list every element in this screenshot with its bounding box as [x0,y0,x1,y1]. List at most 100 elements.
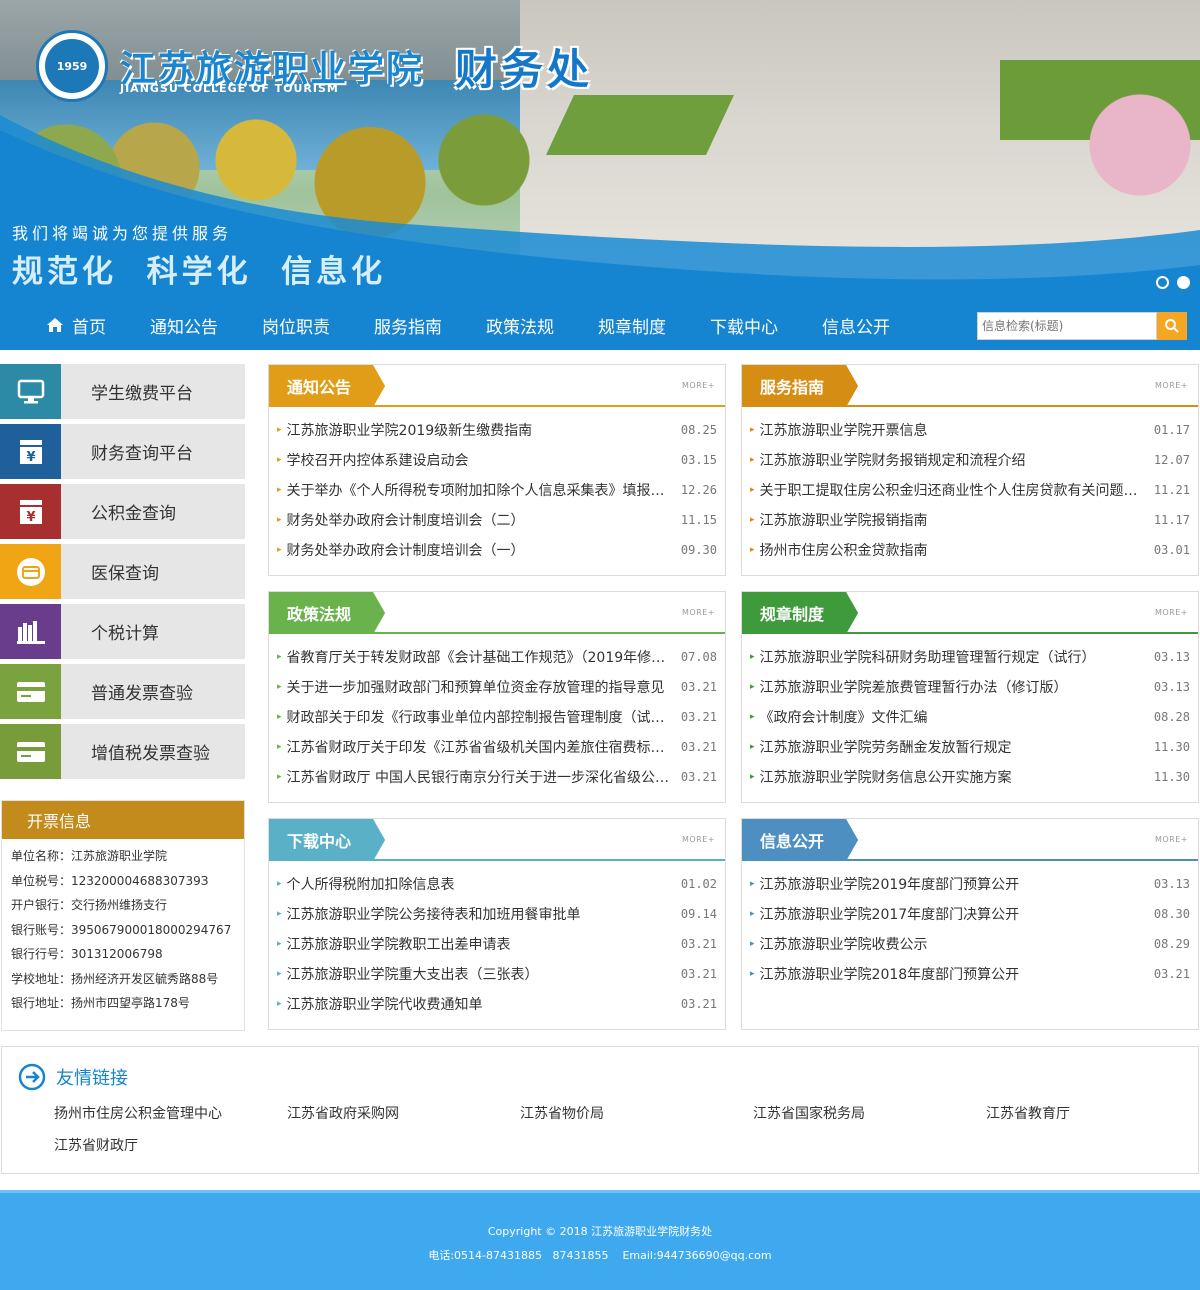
sidebar-platform-item[interactable]: 医保查询 [0,544,245,599]
list-item-title[interactable]: 江苏旅游职业学院科研财务助理管理暂行规定（试行） [760,647,1144,667]
panel-title[interactable]: 信息公开 [742,819,859,861]
list-item-title[interactable]: 财务处举办政府会计制度培训会（一） [287,540,671,560]
friend-link[interactable]: 江苏省政府采购网 [287,1103,467,1123]
bullet-icon: ▸ [750,742,755,752]
list-item-title[interactable]: 财政部关于印发《行政事业单位内部控制报告管理制度（试行）》的通知 [287,707,671,727]
friend-link[interactable]: 江苏省财政厅 [54,1135,234,1155]
more-link[interactable]: MORE+ [1155,381,1188,390]
list-item[interactable]: ▸ 关于职工提取住房公积金归还商业性个人住房贷款有关问题的通知 11.21 [742,475,1198,505]
panel-title[interactable]: 政策法规 [269,592,386,634]
list-item[interactable]: ▸ 江苏旅游职业学院重大支出表（三张表） 03.21 [269,959,725,989]
carousel-dot-active[interactable] [1177,276,1190,289]
search-button[interactable] [1157,312,1187,340]
list-item-title[interactable]: 江苏旅游职业学院重大支出表（三张表） [287,964,671,984]
list-item-title[interactable]: 个人所得税附加扣除信息表 [287,874,671,894]
sidebar-platform-item[interactable]: ¥ 公积金查询 [0,484,245,539]
more-link[interactable]: MORE+ [682,381,715,390]
list-item-title[interactable]: 江苏旅游职业学院2019级新生缴费指南 [287,420,671,440]
nav-item-disclosure[interactable]: 信息公开 [800,300,912,350]
bullet-icon: ▸ [277,712,282,722]
list-item[interactable]: ▸ 江苏省财政厅关于印发《江苏省省级机关国内差旅住宿费标准》的通知 03.21 [269,732,725,762]
list-item-title[interactable]: 江苏旅游职业学院教职工出差申请表 [287,934,671,954]
nav-item-policies[interactable]: 政策法规 [464,300,576,350]
list-item[interactable]: ▸ 江苏旅游职业学院教职工出差申请表 03.21 [269,929,725,959]
list-item[interactable]: ▸ 关于进一步加强财政部门和预算单位资金存放管理的指导意见 03.21 [269,672,725,702]
list-item[interactable]: ▸ 江苏旅游职业学院财务信息公开实施方案 11.30 [742,762,1198,792]
nav-item-downloads[interactable]: 下载中心 [688,300,800,350]
list-item[interactable]: ▸ 江苏旅游职业学院2019级新生缴费指南 08.25 [269,415,725,445]
list-item-title[interactable]: 江苏省财政厅关于印发《江苏省省级机关国内差旅住宿费标准》的通知 [287,737,671,757]
list-item[interactable]: ▸ 江苏旅游职业学院代收费通知单 03.21 [269,989,725,1019]
sidebar-platform-item[interactable]: ¥ 财务查询平台 [0,424,245,479]
sidebar-platform-item[interactable]: 个税计算 [0,604,245,659]
panel-title[interactable]: 下载中心 [269,819,386,861]
list-item[interactable]: ▸ 江苏省财政厅 中国人民银行南京分行关于进一步深化省级公务卡制度改革的通知 03.… [269,762,725,792]
friend-link[interactable]: 江苏省教育厅 [986,1103,1166,1123]
list-item[interactable]: ▸ 江苏旅游职业学院2017年度部门决算公开 08.30 [742,899,1198,929]
list-item-title[interactable]: 江苏旅游职业学院2018年度部门预算公开 [760,964,1144,984]
list-item-title[interactable]: 江苏旅游职业学院2017年度部门决算公开 [760,904,1144,924]
nav-item-regulations[interactable]: 规章制度 [576,300,688,350]
bullet-icon: ▸ [750,969,755,979]
list-item[interactable]: ▸ 江苏旅游职业学院2018年度部门预算公开 03.21 [742,959,1198,989]
list-item[interactable]: ▸ 关于举办《个人所得税专项附加扣除个人信息采集表》填报培训的通知 12.26 [269,475,725,505]
list-item[interactable]: ▸ 财务处举办政府会计制度培训会（一） 09.30 [269,535,725,565]
panel-title[interactable]: 通知公告 [269,365,386,407]
list-item[interactable]: ▸ 个人所得税附加扣除信息表 01.02 [269,869,725,899]
list-item-title[interactable]: 财务处举办政府会计制度培训会（二） [287,510,671,530]
list-item[interactable]: ▸ 江苏旅游职业学院2019年度部门预算公开 03.13 [742,869,1198,899]
list-item[interactable]: ▸ 《政府会计制度》文件汇编 08.28 [742,702,1198,732]
list-item-title[interactable]: 江苏旅游职业学院公务接待表和加班用餐审批单 [287,904,671,924]
carousel-dot[interactable] [1156,276,1169,289]
nav-item-service-guide[interactable]: 服务指南 [352,300,464,350]
friend-link[interactable]: 江苏省国家税务局 [753,1103,933,1123]
list-item-title[interactable]: 关于职工提取住房公积金归还商业性个人住房贷款有关问题的通知 [760,480,1144,500]
list-item-title[interactable]: 关于进一步加强财政部门和预算单位资金存放管理的指导意见 [287,677,671,697]
list-item[interactable]: ▸ 江苏旅游职业学院财务报销规定和流程介绍 12.07 [742,445,1198,475]
list-item[interactable]: ▸ 江苏旅游职业学院公务接待表和加班用餐审批单 09.14 [269,899,725,929]
more-link[interactable]: MORE+ [1155,608,1188,617]
list-item-title[interactable]: 江苏旅游职业学院差旅费管理暂行办法（修订版） [760,677,1144,697]
list-item-title[interactable]: 扬州市住房公积金贷款指南 [760,540,1144,560]
list-item[interactable]: ▸ 江苏旅游职业学院开票信息 01.17 [742,415,1198,445]
sidebar-platform-item[interactable]: 学生缴费平台 [0,364,245,419]
list-item-title[interactable]: 江苏旅游职业学院收费公示 [760,934,1144,954]
list-item[interactable]: ▸ 江苏旅游职业学院收费公示 08.29 [742,929,1198,959]
college-logo[interactable]: 1959 [36,30,108,102]
list-item[interactable]: ▸ 学校召开内控体系建设启动会 03.15 [269,445,725,475]
nav-item-duties[interactable]: 岗位职责 [240,300,352,350]
bullet-icon: ▸ [277,455,282,465]
nav-item-home[interactable]: 首页 [0,300,128,350]
search-input[interactable] [977,312,1157,340]
list-item[interactable]: ▸ 省教育厅关于转发财政部《会计基础工作规范》（2019年修订）的通知 07.08 [269,642,725,672]
sidebar-platform-item[interactable]: 增值税发票查验 [0,724,245,779]
list-item-title[interactable]: 江苏省财政厅 中国人民银行南京分行关于进一步深化省级公务卡制度改革的通知 [287,767,671,787]
list-item-title[interactable]: 江苏旅游职业学院2019年度部门预算公开 [760,874,1144,894]
list-item[interactable]: ▸ 财务处举办政府会计制度培训会（二） 11.15 [269,505,725,535]
more-link[interactable]: MORE+ [1155,835,1188,844]
list-item-title[interactable]: 关于举办《个人所得税专项附加扣除个人信息采集表》填报培训的通知 [287,480,671,500]
sidebar-platform-item[interactable]: 普通发票查验 [0,664,245,719]
friend-link[interactable]: 扬州市住房公积金管理中心 [54,1103,234,1123]
more-link[interactable]: MORE+ [682,608,715,617]
list-item[interactable]: ▸ 江苏旅游职业学院差旅费管理暂行办法（修订版） 03.13 [742,672,1198,702]
list-item-title[interactable]: 江苏旅游职业学院代收费通知单 [287,994,671,1014]
list-item-title[interactable]: 江苏旅游职业学院劳务酬金发放暂行规定 [760,737,1144,757]
list-item-title[interactable]: 江苏旅游职业学院报销指南 [760,510,1144,530]
panel-title[interactable]: 服务指南 [742,365,859,407]
list-item-title[interactable]: 江苏旅游职业学院开票信息 [760,420,1144,440]
list-item[interactable]: ▸ 江苏旅游职业学院报销指南 11.17 [742,505,1198,535]
panel-title[interactable]: 规章制度 [742,592,859,634]
more-link[interactable]: MORE+ [682,835,715,844]
list-item[interactable]: ▸ 财政部关于印发《行政事业单位内部控制报告管理制度（试行）》的通知 03.21 [269,702,725,732]
list-item-title[interactable]: 省教育厅关于转发财政部《会计基础工作规范》（2019年修订）的通知 [287,647,671,667]
list-item-title[interactable]: 学校召开内控体系建设启动会 [287,450,671,470]
friend-link[interactable]: 江苏省物价局 [520,1103,700,1123]
nav-item-notices[interactable]: 通知公告 [128,300,240,350]
list-item[interactable]: ▸ 扬州市住房公积金贷款指南 03.01 [742,535,1198,565]
list-item-title[interactable]: 《政府会计制度》文件汇编 [760,707,1144,727]
list-item-title[interactable]: 江苏旅游职业学院财务报销规定和流程介绍 [760,450,1144,470]
list-item[interactable]: ▸ 江苏旅游职业学院科研财务助理管理暂行规定（试行） 03.13 [742,642,1198,672]
list-item[interactable]: ▸ 江苏旅游职业学院劳务酬金发放暂行规定 11.30 [742,732,1198,762]
list-item-title[interactable]: 江苏旅游职业学院财务信息公开实施方案 [760,767,1144,787]
